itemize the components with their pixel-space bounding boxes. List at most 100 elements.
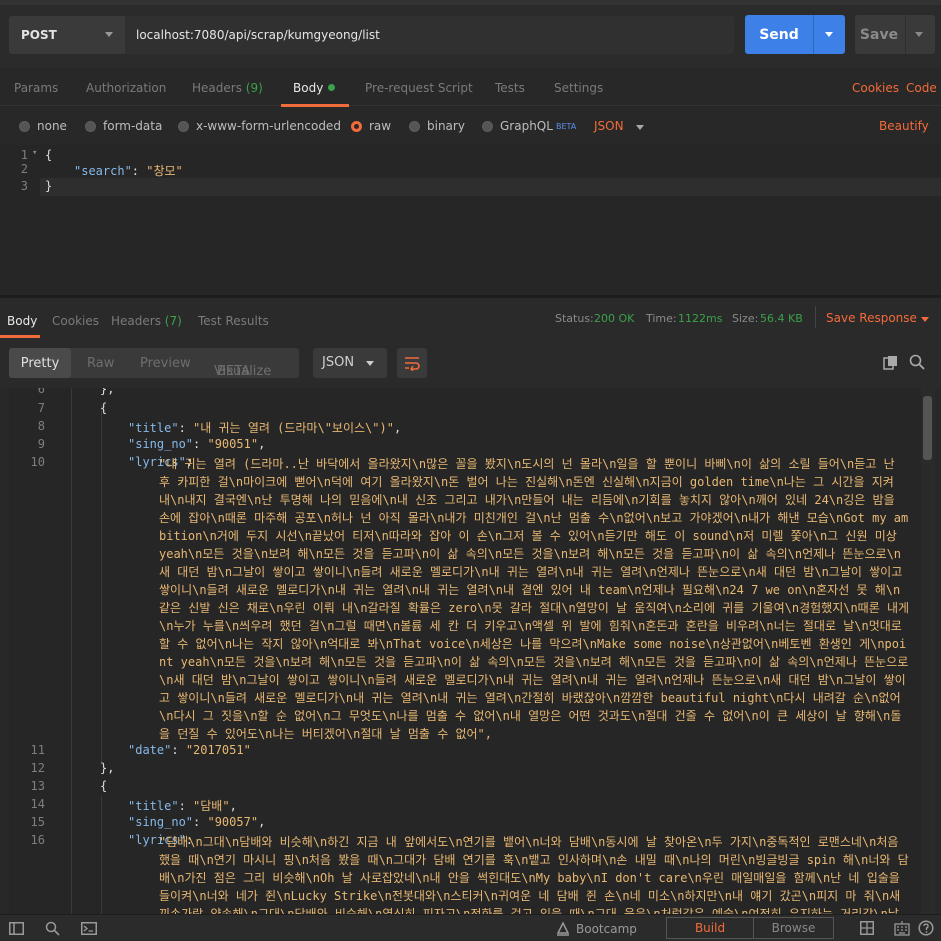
response-tabs: Body Cookies Headers (7) Test Results St…: [0, 298, 941, 338]
tab-body[interactable]: Body: [293, 81, 336, 95]
beautify-link[interactable]: Beautify: [879, 119, 929, 133]
chevron-down-icon: [366, 361, 374, 366]
tab-test-results[interactable]: Test Results: [198, 314, 269, 328]
line-number: 11: [30, 743, 45, 757]
tab-pre-request-script[interactable]: Pre-request Script: [365, 81, 473, 95]
method-select[interactable]: POST: [9, 16, 125, 54]
fold-caret-icon[interactable]: ▾: [32, 148, 37, 158]
bootcamp-link[interactable]: Bootcamp: [576, 922, 637, 936]
line-number: 2: [20, 162, 28, 176]
bootcamp-icon: [556, 921, 570, 936]
json-colon: :: [131, 164, 147, 178]
view-raw[interactable]: Raw: [87, 356, 114, 371]
url-input[interactable]: localhost:7080/api/scrap/kumgyeong/list: [125, 16, 734, 54]
code-line: {: [100, 401, 108, 415]
size-label: Size:: [732, 312, 759, 325]
sidebar-toggle-icon[interactable]: [9, 922, 24, 935]
json-key: "search": [74, 164, 132, 178]
json-key: "date": [128, 743, 172, 757]
search-icon[interactable]: [909, 354, 925, 370]
line-number: 7: [37, 401, 45, 415]
headers-count: (9): [245, 81, 263, 95]
build-mode-button[interactable]: Build: [666, 917, 754, 939]
radio-form-data[interactable]: form-data: [85, 119, 162, 133]
code-line: "title": "내 귀는 열려 (드라마\"보이스\")",: [128, 421, 402, 435]
indent-guide: [71, 388, 72, 914]
tab-response-headers-label: Headers: [111, 314, 161, 328]
code-line: },: [100, 388, 115, 396]
json-value: "담배": [193, 799, 230, 813]
lyrics-text: "담배\n그대\n담배와 비슷해\n하긴 지금 내 앞에서도\n연기를 뱉어\n…: [159, 835, 909, 914]
view-preview[interactable]: Preview: [140, 356, 191, 371]
save-options-chevron-icon[interactable]: [915, 32, 923, 37]
status-bar: Bootcamp Build Browse: [0, 914, 941, 941]
url-text: localhost:7080/api/scrap/kumgyeong/list: [136, 28, 380, 42]
send-divider: [813, 15, 814, 54]
scrollbar-thumb[interactable]: [923, 396, 932, 460]
size-value: 56.4 KB: [760, 312, 803, 325]
copy-icon[interactable]: [883, 355, 898, 370]
send-options-chevron-icon[interactable]: [825, 32, 833, 37]
send-button[interactable]: Send: [745, 15, 845, 54]
body-type-options: none form-data x-www-form-urlencoded raw…: [0, 107, 941, 145]
line-number: 15: [30, 815, 45, 829]
two-pane-icon[interactable]: [860, 921, 874, 935]
save-divider: [905, 15, 906, 54]
tab-response-body[interactable]: Body: [7, 314, 37, 328]
tab-response-headers[interactable]: Headers (7): [111, 314, 182, 328]
response-scrollbar[interactable]: [921, 388, 935, 914]
code-line: }: [45, 179, 53, 193]
keyboard-shortcuts-icon[interactable]: [894, 920, 910, 936]
chevron-down-icon[interactable]: [636, 125, 644, 130]
chevron-down-icon[interactable]: [921, 317, 929, 322]
console-icon[interactable]: [81, 922, 97, 935]
tab-authorization[interactable]: Authorization: [86, 81, 166, 95]
view-mode-segmented: Pretty Raw Preview Visualize BETA: [9, 348, 299, 379]
save-response-button[interactable]: Save Response: [826, 311, 917, 325]
radio-binary[interactable]: binary: [409, 119, 465, 133]
response-format-select[interactable]: JSON: [313, 348, 387, 378]
radio-raw[interactable]: raw: [351, 119, 391, 133]
json-value: "90057": [207, 815, 259, 829]
find-replace-icon[interactable]: [45, 921, 60, 936]
radio-urlencoded[interactable]: x-www-form-urlencoded: [178, 119, 341, 133]
code-line: },: [100, 761, 115, 775]
radio-selected-icon: [351, 120, 362, 132]
view-pretty[interactable]: Pretty: [9, 348, 71, 378]
help-icon[interactable]: [918, 920, 934, 936]
code-link[interactable]: Code: [906, 81, 937, 95]
indent-guide: [101, 405, 102, 765]
tab-settings[interactable]: Settings: [554, 81, 603, 95]
raw-format-select[interactable]: JSON: [594, 119, 624, 133]
line-number: 6: [37, 388, 45, 396]
tab-params[interactable]: Params: [14, 81, 58, 95]
browse-mode-button[interactable]: Browse: [754, 917, 834, 939]
line-number: 12: [30, 761, 45, 775]
line-number: 14: [30, 797, 45, 811]
request-body-editor[interactable]: 1 ▾ 2 3 { "search": "창모" }: [0, 145, 941, 295]
top-border: [0, 0, 941, 5]
response-body-viewer[interactable]: 6 }, 7 { 8 "title": "내 귀는 열려 (드라마\"보이스\"…: [9, 388, 921, 914]
tab-response-cookies[interactable]: Cookies: [52, 314, 99, 328]
indent-guide: [101, 796, 102, 914]
save-label: Save: [859, 26, 899, 43]
wrap-lines-icon: [405, 357, 420, 371]
line-number: 8: [37, 419, 45, 433]
json-key: "sing_no": [128, 815, 194, 829]
tab-headers-label: Headers: [192, 81, 242, 95]
radio-raw-label: raw: [369, 119, 392, 133]
code-line: "search": "창모": [74, 162, 183, 179]
tab-tests[interactable]: Tests: [495, 81, 525, 95]
code-line: "title": "담배",: [128, 799, 237, 813]
save-button[interactable]: Save: [855, 15, 935, 54]
json-value: "창모": [146, 164, 183, 178]
cookies-link[interactable]: Cookies: [852, 81, 899, 95]
tab-headers[interactable]: Headers (9): [192, 81, 263, 95]
lyrics-text: "내 귀는 열려 (드라마..난 바닥에서 올라왔지\n많은 꼴을 봤지\n도시…: [159, 457, 910, 741]
beta-badge: BETA: [217, 364, 250, 379]
radio-graphql[interactable]: GraphQL BETA: [482, 119, 576, 133]
time-label: Time:: [646, 312, 677, 325]
json-key: "title": [128, 799, 179, 813]
radio-none[interactable]: none: [19, 119, 67, 133]
wrap-lines-button[interactable]: [397, 348, 427, 378]
